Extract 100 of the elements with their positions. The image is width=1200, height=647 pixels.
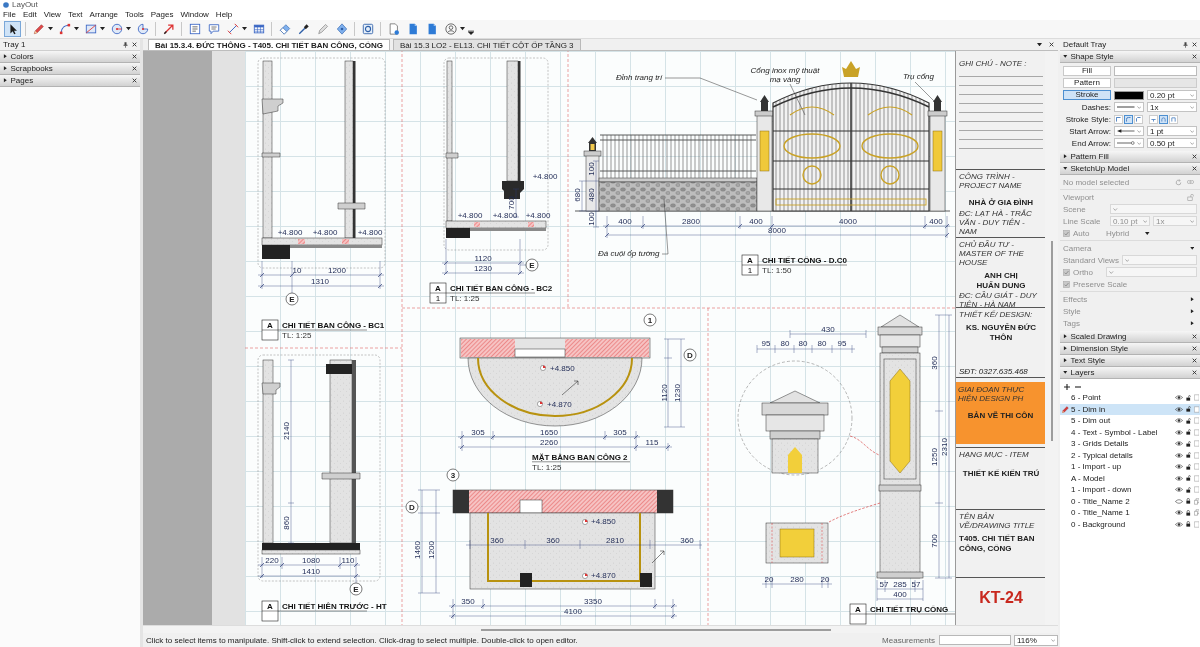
lock-icon[interactable] <box>1186 486 1191 493</box>
overflow-caret-icon[interactable] <box>468 29 474 35</box>
menu-item[interactable]: File <box>3 10 16 19</box>
layer-row[interactable]: 5 - Dim in <box>1060 403 1200 415</box>
lock-icon[interactable] <box>1186 521 1191 528</box>
lock-icon[interactable] <box>1186 452 1191 459</box>
stroke-width-dropdown[interactable]: 0.20 pt <box>1147 89 1197 101</box>
close-icon[interactable] <box>132 66 137 71</box>
visibility-icon[interactable] <box>1175 521 1183 527</box>
visibility-icon[interactable] <box>1175 418 1183 424</box>
panel-header[interactable]: Dimension Style <box>1060 343 1200 355</box>
visibility-icon[interactable] <box>1175 441 1183 447</box>
style-button[interactable]: Fill <box>1063 65 1111 77</box>
fill-field[interactable] <box>1114 66 1197 76</box>
panel-header[interactable]: Pages <box>0 75 140 87</box>
close-icon[interactable] <box>132 42 137 47</box>
measurements-field[interactable] <box>939 635 1011 645</box>
close-icon[interactable] <box>1049 42 1054 47</box>
lock-icon[interactable] <box>1186 417 1191 424</box>
panel-header[interactable]: Scaled Drawing <box>1060 331 1200 343</box>
layer-row[interactable]: 6 - Point <box>1060 392 1200 404</box>
pencil-tool-button[interactable] <box>30 21 47 37</box>
close-icon[interactable] <box>132 78 137 83</box>
visibility-icon[interactable] <box>1175 475 1183 481</box>
style-button[interactable]: Pattern <box>1063 77 1111 89</box>
caret-icon[interactable] <box>242 27 247 31</box>
lock-icon[interactable] <box>1186 394 1191 401</box>
menu-item[interactable]: Arrange <box>89 10 119 19</box>
expand-arrow-icon[interactable] <box>1063 334 1068 339</box>
close-icon[interactable] <box>1192 334 1197 339</box>
layer-row[interactable]: 0 - Title_Name 1 <box>1060 507 1200 519</box>
close-icon[interactable] <box>1192 166 1197 171</box>
visibility-icon[interactable] <box>1175 510 1183 516</box>
lock-icon[interactable] <box>1186 463 1191 470</box>
layer-row[interactable]: 1 - Import - up <box>1060 461 1200 473</box>
expand-arrow-icon[interactable] <box>1063 358 1068 363</box>
stroke-style-toggle[interactable] <box>1134 114 1143 124</box>
panel-header[interactable]: Text Style <box>1060 355 1200 367</box>
expand-arrow-icon[interactable] <box>3 54 8 59</box>
stroke-style-toggle[interactable] <box>1169 114 1178 124</box>
menu-item[interactable]: Tools <box>125 10 144 19</box>
close-icon[interactable] <box>1192 154 1197 159</box>
lock-icon[interactable] <box>1186 429 1191 436</box>
caret-icon[interactable] <box>100 27 105 31</box>
caret-icon[interactable] <box>1145 231 1150 235</box>
layer-row[interactable]: 1 - Import - down <box>1060 484 1200 496</box>
stroke-style-toggle[interactable] <box>1149 114 1158 124</box>
close-icon[interactable] <box>1192 370 1197 375</box>
document-tab[interactable]: Bài 15.3.4. ĐỨC THÔNG - T405. CHI TIẾT BAN CÔNG, CỔNG <box>148 39 390 50</box>
document-tab[interactable]: Bài 15.3 LO2 - EL13. CHI TIẾT CỘT ỐP TẦNG 3 <box>393 39 581 50</box>
stroke-style-toggle[interactable] <box>1159 114 1168 124</box>
color-swatch-icon[interactable] <box>1114 90 1144 100</box>
lock-icon[interactable] <box>1186 498 1191 505</box>
layer-row[interactable]: 4 - Text - Symbol - Label <box>1060 426 1200 438</box>
panel-header[interactable]: Colors <box>0 51 140 63</box>
panel-header[interactable]: Layers <box>1060 367 1200 379</box>
visibility-icon[interactable] <box>1175 452 1183 458</box>
lock-icon[interactable] <box>1186 406 1191 413</box>
select-tool-button[interactable] <box>4 21 21 37</box>
expand-arrow-icon[interactable] <box>3 66 8 71</box>
panel-header[interactable]: Shape Style <box>1060 51 1200 63</box>
visibility-icon[interactable] <box>1175 406 1183 412</box>
pin-icon[interactable] <box>123 41 128 48</box>
layer-row[interactable]: 3 - Grids Details <box>1060 438 1200 450</box>
panel-header[interactable]: Pattern Fill <box>1060 151 1200 163</box>
add-layer-button[interactable] <box>1063 382 1071 391</box>
menu-item[interactable]: Window <box>180 10 209 19</box>
close-icon[interactable] <box>1192 42 1197 47</box>
menu-item[interactable]: Pages <box>150 10 174 19</box>
visibility-icon[interactable] <box>1175 487 1183 493</box>
zoom-dropdown[interactable]: 116% <box>1014 634 1058 646</box>
caret-icon[interactable] <box>460 27 465 31</box>
arrow-style-dropdown[interactable] <box>1114 125 1144 137</box>
layer-row[interactable]: A - Model <box>1060 472 1200 484</box>
caret-icon[interactable] <box>126 27 131 31</box>
layer-row[interactable]: 0 - Background <box>1060 518 1200 530</box>
caret-icon[interactable] <box>48 27 53 31</box>
scrollbar-thumb[interactable] <box>481 628 831 631</box>
expand-arrow-icon[interactable] <box>1063 154 1068 159</box>
panel-header[interactable]: Scrapbooks <box>0 63 140 75</box>
close-icon[interactable] <box>1192 346 1197 351</box>
layer-row[interactable]: 2 - Typical details <box>1060 449 1200 461</box>
account-button[interactable] <box>442 21 459 37</box>
menu-item[interactable]: Edit <box>22 10 37 19</box>
expand-arrow-icon[interactable] <box>1063 346 1068 351</box>
caret-icon[interactable] <box>1037 42 1042 47</box>
style-button[interactable]: Stroke <box>1063 89 1111 101</box>
arrow-size-dropdown[interactable]: 0.50 pt <box>1147 137 1197 149</box>
menu-item[interactable]: Help <box>215 10 233 19</box>
expand-arrow-icon[interactable] <box>1063 370 1068 375</box>
close-icon[interactable] <box>132 54 137 59</box>
close-icon[interactable] <box>1192 54 1197 59</box>
caret-icon[interactable] <box>74 27 79 31</box>
layer-row[interactable]: 5 - Dim out <box>1060 415 1200 427</box>
arrow-size-dropdown[interactable]: 1 pt <box>1147 125 1197 137</box>
scrollbar-thumb[interactable] <box>1050 241 1053 441</box>
expand-arrow-icon[interactable] <box>3 78 8 83</box>
menu-item[interactable]: View <box>43 10 61 19</box>
visibility-icon[interactable] <box>1175 429 1183 435</box>
close-icon[interactable] <box>1192 358 1197 363</box>
